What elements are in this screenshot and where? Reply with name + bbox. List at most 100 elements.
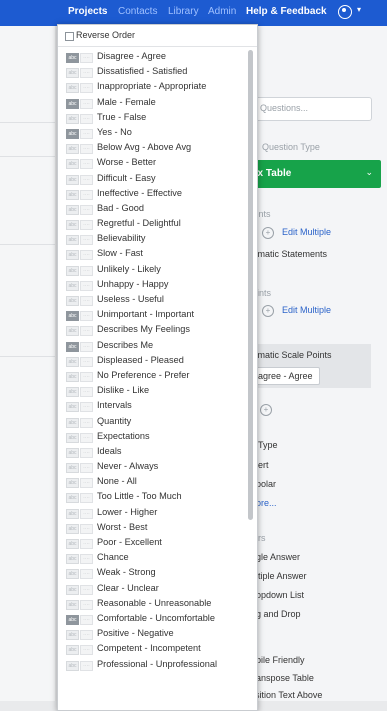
scale-option-label: Never - Always xyxy=(97,461,159,472)
text-badge-icon: abc xyxy=(66,265,79,276)
scale-option[interactable]: abc ···· Unimportant - Important xyxy=(58,308,248,323)
scale-option[interactable]: abc ···· Dissatisfied - Satisfied xyxy=(58,65,248,80)
text-badge-icon: abc xyxy=(66,432,79,443)
scale-option[interactable]: abc ···· Quantity xyxy=(58,415,248,430)
scale-option-label: Poor - Excellent xyxy=(97,537,162,547)
scale-option[interactable]: abc ···· Never - Always xyxy=(58,460,248,475)
scale-option-label: Difficult - Easy xyxy=(97,172,156,183)
scale-option[interactable]: abc ···· Regretful - Delightful xyxy=(58,217,248,232)
scale-option[interactable]: abc ···· True - False xyxy=(58,111,248,126)
scale-option[interactable]: abc ···· Believability xyxy=(58,232,248,247)
user-icon[interactable] xyxy=(338,5,352,19)
scale-option-label: Ineffective - Effective xyxy=(97,187,182,198)
text-badge-icon: abc xyxy=(66,417,79,428)
add-icon[interactable]: + xyxy=(262,227,274,239)
scale-option[interactable]: abc ···· Yes - No xyxy=(58,126,248,141)
scale-option-label: Displeased - Pleased xyxy=(97,354,184,365)
scale-option[interactable]: abc ···· Difficult - Easy xyxy=(58,172,248,187)
text-badge-icon: abc xyxy=(66,554,79,565)
text-badge-icon: abc xyxy=(66,68,79,79)
scale-option[interactable]: abc ···· Useless - Useful xyxy=(58,293,248,308)
text-badge-icon: abc xyxy=(66,159,79,170)
dots-badge-icon: ···· xyxy=(80,159,93,170)
add-icon[interactable]: + xyxy=(260,404,272,416)
type-option-bipolar[interactable]: polar xyxy=(256,479,276,489)
text-badge-icon: abc xyxy=(66,83,79,94)
dropdown-scrollbar[interactable] xyxy=(248,50,253,520)
nav-projects[interactable]: Projects xyxy=(68,6,107,17)
scale-option[interactable]: abc ···· Ineffective - Effective xyxy=(58,187,248,202)
edit-multiple-scale-points-link[interactable]: Edit Multiple xyxy=(282,305,331,315)
add-icon[interactable]: + xyxy=(262,305,274,317)
scale-option[interactable]: abc ···· Positive - Negative xyxy=(58,627,248,642)
chevron-down-icon[interactable]: ▾ xyxy=(357,5,361,14)
nav-library[interactable]: Library xyxy=(168,6,199,17)
scale-option[interactable]: abc ···· Slow - Fast xyxy=(58,247,248,262)
text-badge-icon: abc xyxy=(66,98,79,109)
scale-option-label: Below Avg - Above Avg xyxy=(97,142,192,153)
scale-option-label: Expectations xyxy=(97,430,150,441)
edit-multiple-statements-link[interactable]: Edit Multiple xyxy=(282,227,331,237)
scale-option[interactable]: abc ···· Reasonable - Unreasonable xyxy=(58,597,248,612)
dots-badge-icon: ···· xyxy=(80,447,93,458)
scale-option[interactable]: abc ···· Disagree - Agree xyxy=(58,50,248,65)
nav-admin[interactable]: Admin xyxy=(208,6,236,17)
answer-multiple[interactable]: ltiple Answer xyxy=(256,571,307,581)
scale-option[interactable]: abc ···· Expectations xyxy=(58,430,248,445)
dots-badge-icon: ···· xyxy=(80,402,93,413)
dots-badge-icon: ···· xyxy=(80,371,93,382)
question-type-heading: Question Type xyxy=(262,142,320,152)
scale-option[interactable]: abc ···· Ideals xyxy=(58,445,248,460)
text-badge-icon: abc xyxy=(66,53,79,63)
dots-badge-icon: ···· xyxy=(80,584,93,595)
dots-badge-icon: ···· xyxy=(80,265,93,276)
dots-badge-icon: ···· xyxy=(80,296,93,306)
nav-contacts[interactable]: Contacts xyxy=(118,6,157,17)
scale-option-label: Chance xyxy=(97,552,129,563)
text-badge-icon: abc xyxy=(66,189,79,200)
type-more-link[interactable]: ore... xyxy=(256,498,277,508)
type-option-likert[interactable]: ert xyxy=(258,460,269,470)
scale-option[interactable]: abc ···· Unhappy - Happy xyxy=(58,278,248,293)
answer-single[interactable]: gle Answer xyxy=(256,552,300,562)
scale-option[interactable]: abc ···· Worse - Better xyxy=(58,156,248,171)
scale-option[interactable]: abc ···· Clear - Unclear xyxy=(58,582,248,597)
answer-dropdown-list[interactable]: opdown List xyxy=(256,590,304,600)
scale-option-label: Lower - Higher xyxy=(97,506,158,517)
scale-option[interactable]: abc ···· Unlikely - Likely xyxy=(58,263,248,278)
scale-option-label: Comfortable - Uncomfortable xyxy=(97,612,215,623)
scale-option[interactable]: abc ···· No Preference - Prefer xyxy=(58,369,248,384)
reverse-order-checkbox[interactable] xyxy=(65,32,74,41)
text-badge-icon: abc xyxy=(66,645,79,656)
scale-option[interactable]: abc ···· None - All xyxy=(58,475,248,490)
text-badge-icon: abc xyxy=(66,523,79,534)
scale-option[interactable]: abc ···· Too Little - Too Much xyxy=(58,490,248,505)
scale-option[interactable]: abc ···· Intervals xyxy=(58,399,248,414)
dots-badge-icon: ···· xyxy=(80,98,93,109)
reverse-order-row[interactable]: Reverse Order xyxy=(58,25,257,47)
nav-help-feedback[interactable]: Help & Feedback xyxy=(246,6,327,17)
dots-badge-icon: ···· xyxy=(80,113,93,124)
scale-option[interactable]: abc ···· Below Avg - Above Avg xyxy=(58,141,248,156)
scale-option[interactable]: abc ···· Competent - Incompetent xyxy=(58,642,248,657)
scale-options-list: abc ···· Disagree - Agree abc ···· Dissatisfi… xyxy=(58,50,248,673)
scale-option[interactable]: abc ···· Dislike - Like xyxy=(58,384,248,399)
scale-option[interactable]: abc ···· Chance xyxy=(58,551,248,566)
scale-option[interactable]: abc ···· Professional - Unprofessional xyxy=(58,658,248,673)
scale-option[interactable]: abc ···· Comfortable - Uncomfortable xyxy=(58,612,248,627)
dots-badge-icon: ···· xyxy=(80,554,93,565)
format-mobile-friendly[interactable]: bile Friendly xyxy=(256,655,305,665)
scale-option[interactable]: abc ···· Describes My Feelings xyxy=(58,323,248,338)
scale-option[interactable]: abc ···· Male - Female xyxy=(58,96,248,111)
scale-option[interactable]: abc ···· Poor - Excellent xyxy=(58,536,248,551)
answer-drag-drop[interactable]: g and Drop xyxy=(256,609,301,619)
scale-option[interactable]: abc ···· Inappropriate - Appropriate xyxy=(58,80,248,95)
scale-option[interactable]: abc ···· Describes Me xyxy=(58,339,248,354)
scale-option[interactable]: abc ···· Lower - Higher xyxy=(58,506,248,521)
scale-option[interactable]: abc ···· Weak - Strong xyxy=(58,566,248,581)
scale-option[interactable]: abc ···· Bad - Good xyxy=(58,202,248,217)
scale-option[interactable]: abc ···· Displeased - Pleased xyxy=(58,354,248,369)
scale-option[interactable]: abc ···· Worst - Best xyxy=(58,521,248,536)
format-transpose-table[interactable]: anspose Table xyxy=(256,673,314,683)
text-badge-icon: abc xyxy=(66,463,79,474)
